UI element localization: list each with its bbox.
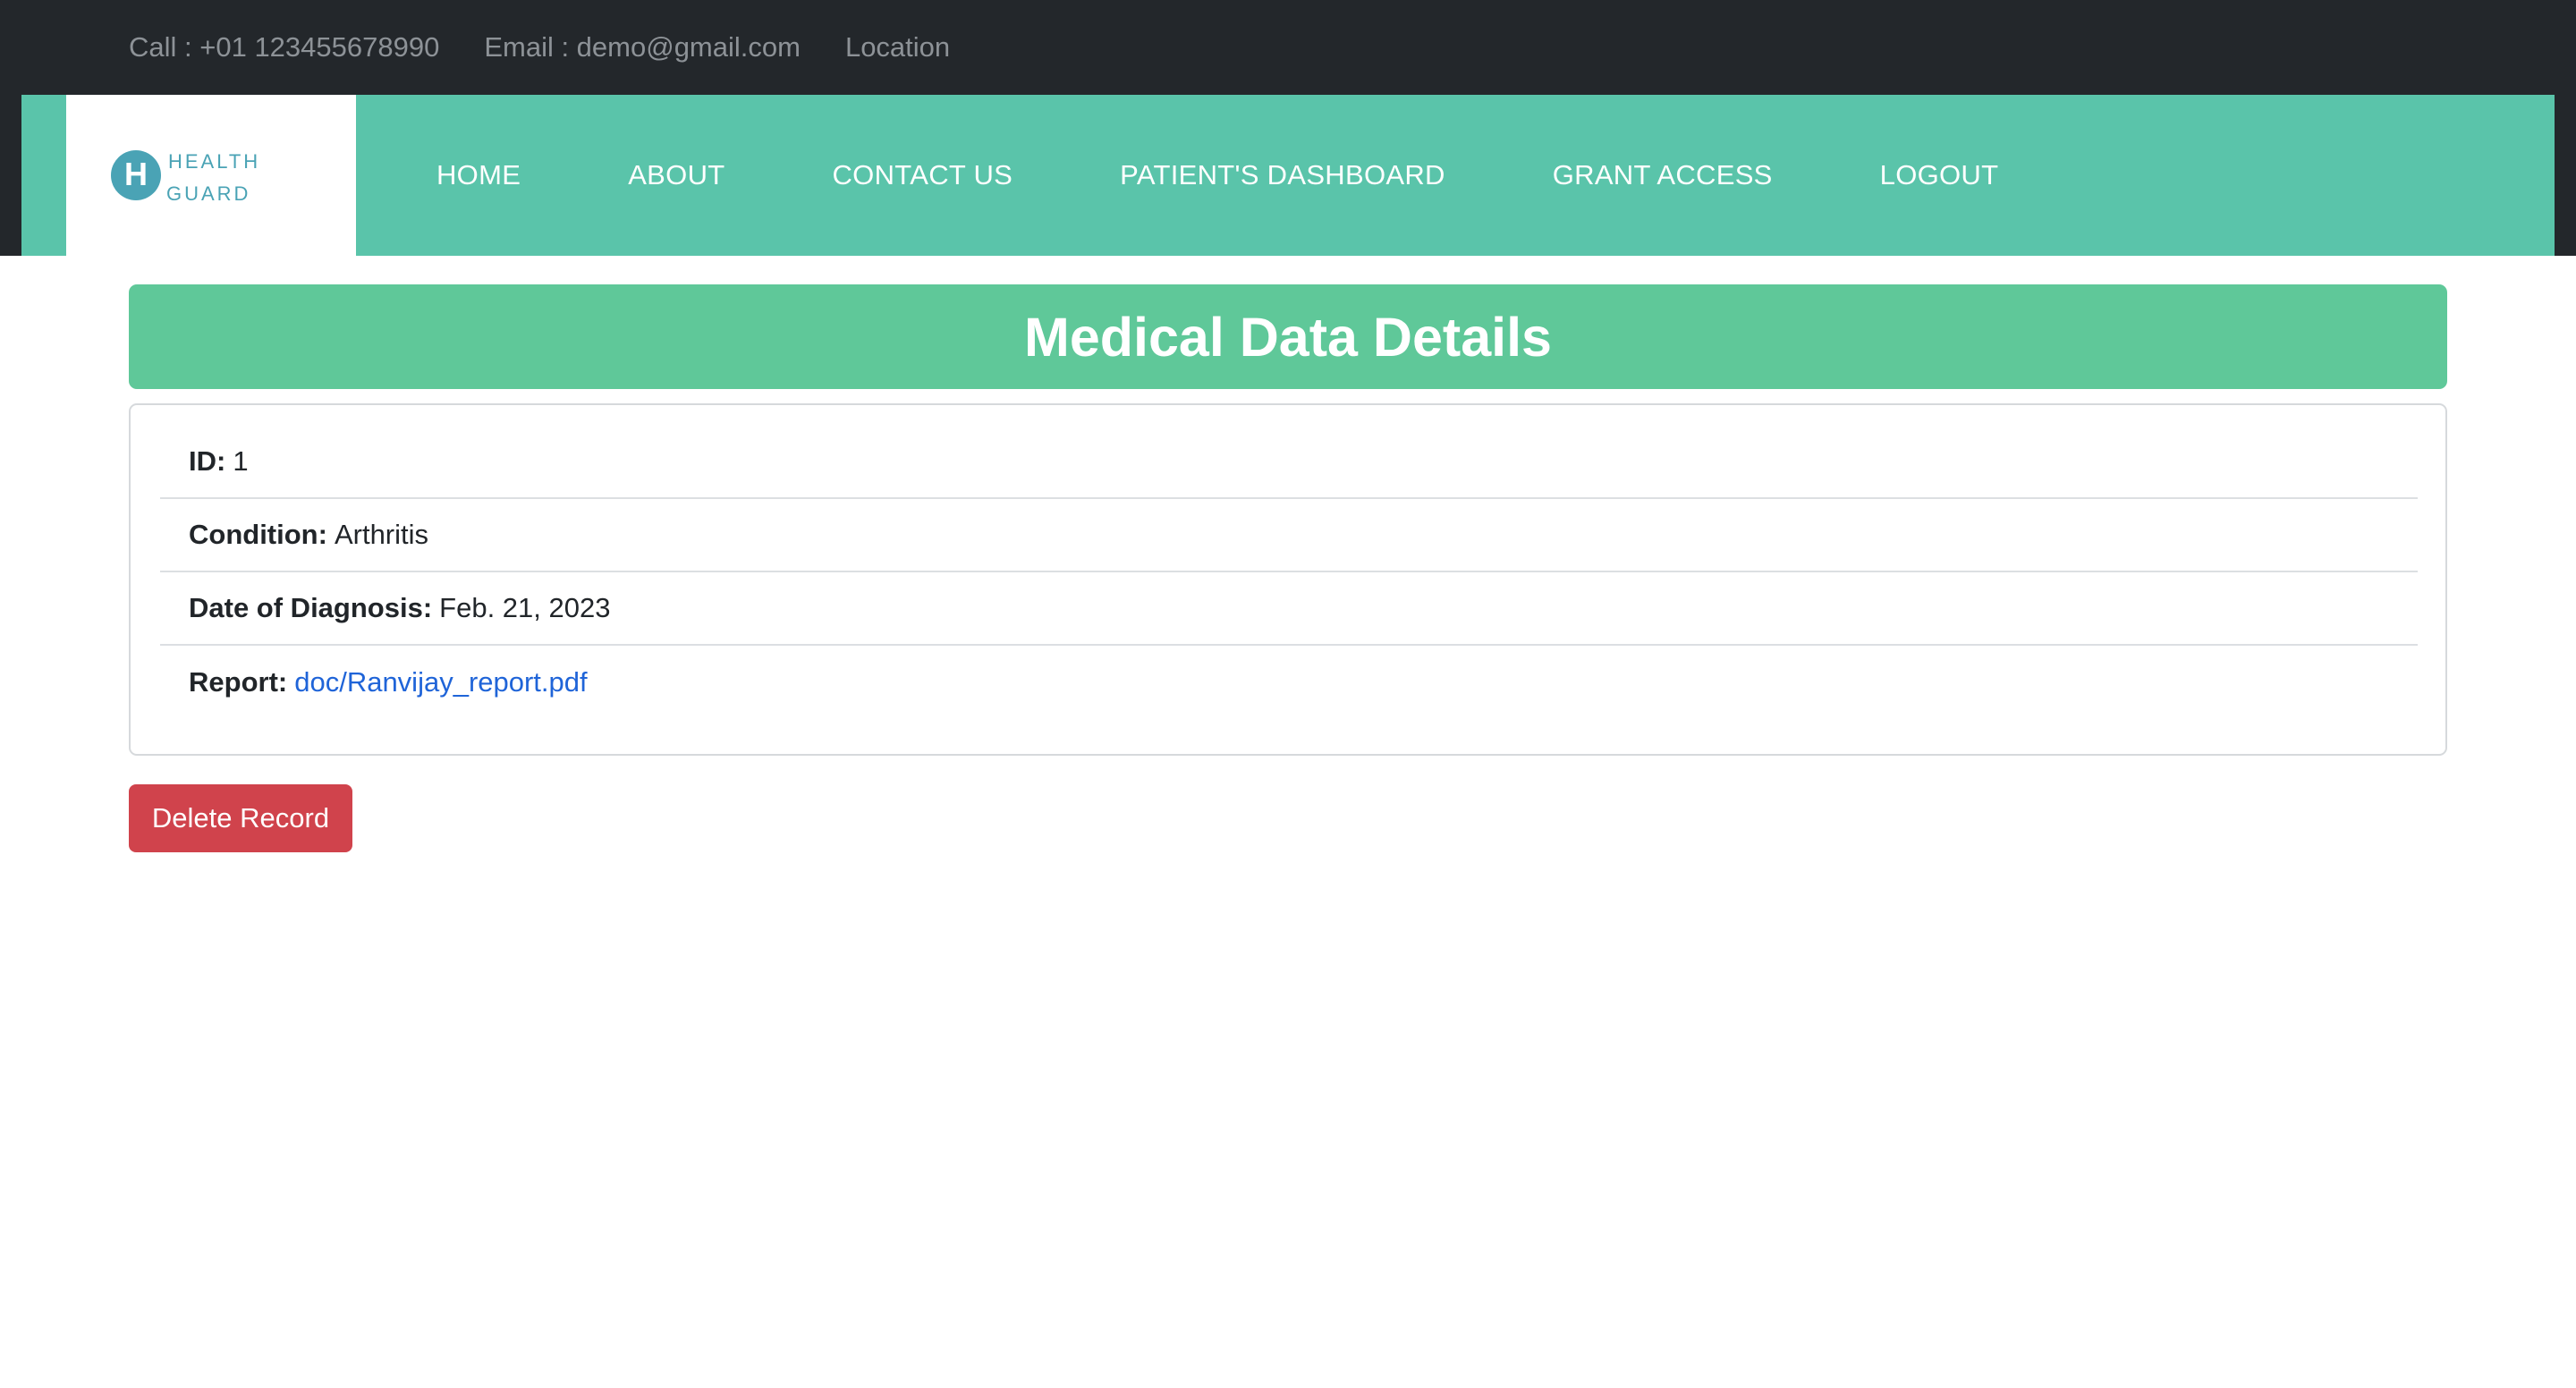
contact-info: Call : +01 123455678990 Email : demo@gma… — [129, 0, 950, 95]
nav-menu: HOME ABOUT CONTACT US PATIENT'S DASHBOAR… — [436, 95, 2106, 256]
record-details-card: ID: 1 Condition: Arthritis Date of Diagn… — [129, 403, 2447, 756]
navbar-wrapper: H HEALTH GUARD HOME ABOUT CONTACT US PAT… — [0, 95, 2576, 256]
delete-record-button[interactable]: Delete Record — [129, 784, 352, 852]
record-id-row: ID: 1 — [160, 426, 2418, 499]
record-date-label: Date of Diagnosis: — [189, 592, 433, 623]
record-condition-label: Condition: — [189, 519, 327, 550]
nav-home[interactable]: HOME — [436, 159, 521, 191]
call-info: Call : +01 123455678990 — [129, 31, 440, 63]
logo-line2: GUARD — [166, 182, 250, 205]
health-guard-logo: H HEALTH GUARD — [111, 150, 260, 205]
page-title: Medical Data Details — [1024, 306, 1552, 368]
page-header: Medical Data Details — [129, 284, 2447, 389]
nav-grant-access[interactable]: GRANT ACCESS — [1553, 159, 1773, 191]
navbar: H HEALTH GUARD HOME ABOUT CONTACT US PAT… — [21, 95, 2555, 256]
record-report-row: Report: doc/Ranvijay_report.pdf — [160, 646, 2418, 719]
record-condition-row: Condition: Arthritis — [160, 499, 2418, 572]
record-id-label: ID: — [189, 445, 226, 477]
nav-logout[interactable]: LOGOUT — [1880, 159, 1999, 191]
record-report-link[interactable]: doc/Ranvijay_report.pdf — [294, 666, 587, 698]
logo-line1: HEALTH — [168, 150, 260, 173]
record-date-row: Date of Diagnosis: Feb. 21, 2023 — [160, 572, 2418, 646]
top-info-bar: Call : +01 123455678990 Email : demo@gma… — [0, 0, 2576, 95]
brand-logo-link[interactable]: H HEALTH GUARD — [66, 95, 356, 256]
nav-contact-us[interactable]: CONTACT US — [833, 159, 1013, 191]
logo-initial: H — [124, 156, 148, 192]
record-report-label: Report: — [189, 666, 288, 698]
record-details-list: ID: 1 Condition: Arthritis Date of Diagn… — [160, 426, 2418, 719]
record-id-value: 1 — [233, 445, 249, 477]
record-date-value: Feb. 21, 2023 — [439, 592, 611, 623]
record-condition-value: Arthritis — [334, 519, 429, 550]
nav-about[interactable]: ABOUT — [628, 159, 724, 191]
location-info[interactable]: Location — [845, 31, 950, 63]
email-info: Email : demo@gmail.com — [484, 31, 801, 63]
nav-patients-dashboard[interactable]: PATIENT'S DASHBOARD — [1120, 159, 1445, 191]
